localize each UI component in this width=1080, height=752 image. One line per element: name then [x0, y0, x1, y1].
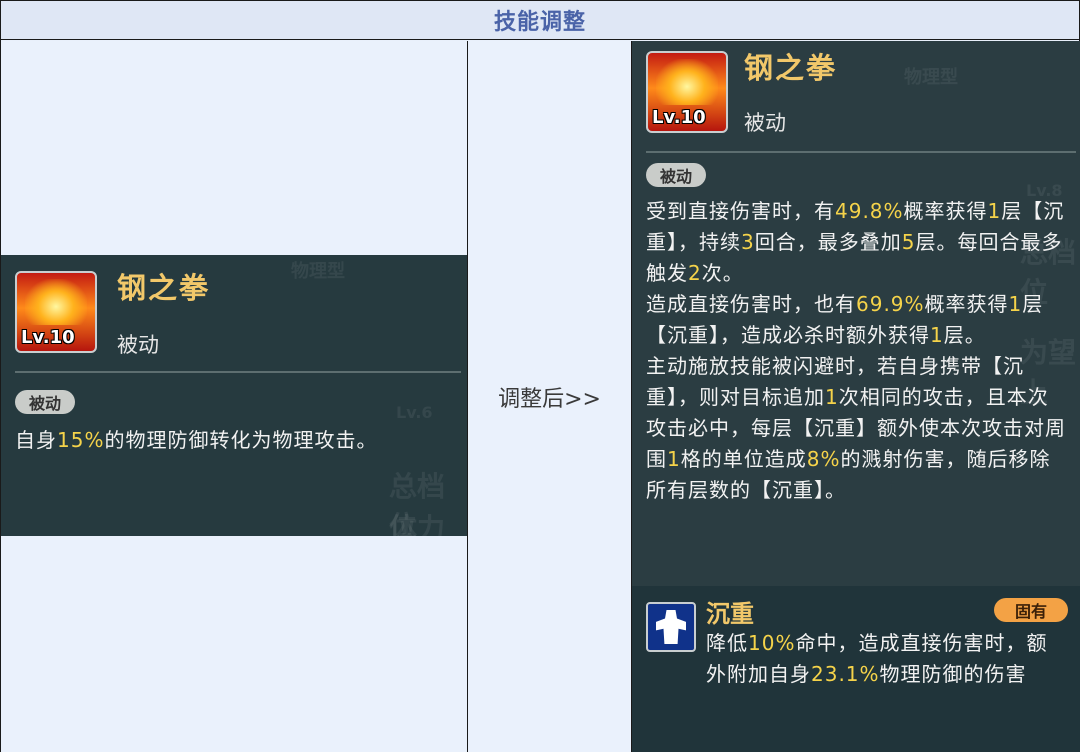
skill-description: 自身15%的物理防御转化为物理攻击。: [15, 428, 378, 452]
skill-type: 被动: [117, 333, 159, 357]
skill-name: 钢之拳: [744, 51, 838, 85]
table-header: 技能调整: [1, 1, 1079, 40]
status-name: 沉重: [706, 600, 754, 628]
divider: [646, 151, 1076, 153]
inherent-tag: 固有: [994, 598, 1068, 622]
background-text: 物理型: [291, 261, 345, 282]
passive-tag: 被动: [15, 390, 76, 414]
background-text: 物理型: [904, 67, 958, 88]
before-column: 物理型 总档位 体力上 Lv.6 Lv.10 钢之拳 被动 被动 自身15%的物…: [1, 41, 468, 752]
status-effect-box: 沉重 固有 降低10%命中，造成直接伤害时，额外附加自身23.1%物理防御的伤害: [632, 586, 1080, 752]
skill-description: 受到直接伤害时，有49.8%概率获得1层【沉重】，持续3回合，最多叠加5层。每回…: [646, 199, 1066, 502]
after-column: 物理型 Lv.8 总档位 为望上 Lv.10 钢之拳 被动 被动 受到直接伤害时…: [632, 41, 1080, 752]
before-skill-panel: 物理型 总档位 体力上 Lv.6 Lv.10 钢之拳 被动 被动 自身15%的物…: [1, 255, 467, 536]
arrow-column: 调整后>>: [468, 41, 632, 752]
skill-level: Lv.10: [652, 107, 706, 128]
background-text: 体力上: [389, 512, 446, 536]
status-description: 降低10%命中，造成直接伤害时，额外附加自身23.1%物理防御的伤害: [706, 631, 1048, 686]
fist-skill-icon: Lv.10: [15, 271, 97, 353]
fist-skill-icon: Lv.10: [646, 51, 728, 133]
heavy-status-icon: [646, 602, 696, 652]
page-title: 技能调整: [493, 10, 586, 35]
after-adjustment-label: 调整后>>: [498, 386, 601, 412]
background-text: Lv.6: [396, 403, 433, 422]
skill-type: 被动: [744, 111, 786, 135]
skill-name: 钢之拳: [117, 271, 211, 305]
passive-tag: 被动: [646, 163, 707, 187]
divider: [15, 371, 461, 373]
skill-level: Lv.10: [21, 327, 75, 348]
comparison-table: 技能调整 物理型 总档位 体力上 Lv.6 Lv.10 钢之拳 被动 被动 自身…: [0, 0, 1080, 752]
